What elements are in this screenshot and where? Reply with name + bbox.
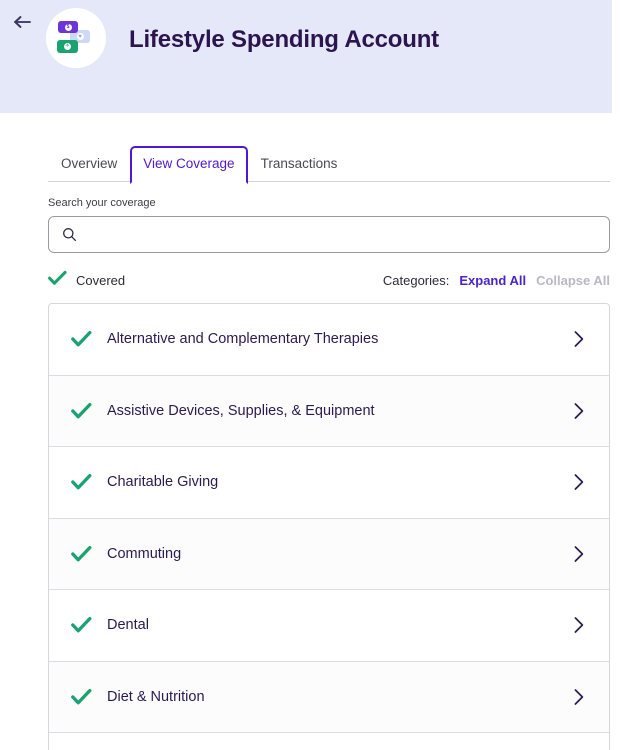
chevron-right-icon[interactable] bbox=[569, 402, 589, 420]
list-item-label: Assistive Devices, Supplies, & Equipment bbox=[107, 402, 375, 419]
app-logo: $ ♥ ✧ bbox=[46, 8, 106, 68]
search-icon bbox=[62, 227, 77, 242]
tab-bar: Overview View Coverage Transactions bbox=[0, 144, 620, 184]
check-icon bbox=[71, 402, 93, 420]
money-notes-icon: $ ♥ ✧ bbox=[57, 20, 95, 56]
list-item-label: Diet & Nutrition bbox=[107, 688, 205, 705]
list-item-label: Charitable Giving bbox=[107, 474, 219, 491]
list-item-label: Dental bbox=[107, 617, 149, 634]
categories-label: Categories: bbox=[382, 272, 450, 288]
covered-legend: Covered bbox=[48, 270, 125, 291]
tab-view-coverage[interactable]: View Coverage bbox=[130, 145, 248, 184]
note-green: ✧ bbox=[57, 40, 78, 53]
chevron-right-icon[interactable] bbox=[569, 688, 589, 706]
legend-and-controls: Covered Categories: Expand All Collapse … bbox=[0, 269, 620, 291]
search-label: Search your coverage bbox=[48, 197, 156, 209]
table-row[interactable]: Dental bbox=[49, 590, 609, 662]
heart-coin-icon: ♥ bbox=[76, 33, 84, 40]
check-icon bbox=[48, 270, 67, 291]
tab-overview[interactable]: Overview bbox=[48, 146, 130, 183]
arrow-left-icon bbox=[14, 16, 31, 28]
expand-all-button[interactable]: Expand All bbox=[459, 273, 526, 288]
page-header: $ ♥ ✧ Lifestyle Spending Account bbox=[0, 0, 612, 113]
check-icon bbox=[71, 688, 93, 706]
dollar-coin-icon: $ bbox=[64, 23, 72, 31]
search-input[interactable] bbox=[49, 217, 609, 252]
check-icon bbox=[71, 616, 93, 634]
covered-label: Covered bbox=[76, 272, 126, 288]
collapse-all-button: Collapse All bbox=[536, 272, 610, 288]
table-row[interactable]: Diet & Nutrition bbox=[49, 661, 609, 733]
table-row[interactable]: Alternative and Complementary Therapies bbox=[49, 304, 609, 376]
search-section: Search your coverage bbox=[0, 197, 620, 253]
back-button[interactable] bbox=[12, 11, 34, 33]
table-row[interactable]: Assistive Devices, Supplies, & Equipment bbox=[49, 375, 609, 447]
list-item-label: Alternative and Complementary Therapies bbox=[107, 331, 379, 348]
tab-list: Overview View Coverage Transactions bbox=[48, 144, 351, 184]
check-icon bbox=[71, 545, 93, 563]
chevron-right-icon[interactable] bbox=[569, 473, 589, 491]
coverage-list: Alternative and Complementary Therapies … bbox=[48, 303, 610, 750]
note-purple: $ bbox=[58, 21, 78, 33]
table-row[interactable] bbox=[49, 733, 609, 750]
table-row[interactable]: Commuting bbox=[49, 518, 609, 590]
chevron-right-icon[interactable] bbox=[569, 616, 589, 634]
chevron-right-icon[interactable] bbox=[569, 545, 589, 563]
tab-transactions[interactable]: Transactions bbox=[248, 146, 351, 183]
gear-coin-icon: ✧ bbox=[64, 43, 71, 50]
check-icon bbox=[71, 473, 93, 491]
page-title: Lifestyle Spending Account bbox=[129, 26, 439, 53]
category-controls: Categories: Expand All Collapse All bbox=[383, 273, 610, 288]
check-icon bbox=[71, 330, 93, 348]
table-row[interactable]: Charitable Giving bbox=[49, 447, 609, 519]
list-item-label: Commuting bbox=[107, 545, 182, 562]
search-field[interactable] bbox=[48, 216, 610, 253]
chevron-right-icon[interactable] bbox=[569, 330, 589, 348]
